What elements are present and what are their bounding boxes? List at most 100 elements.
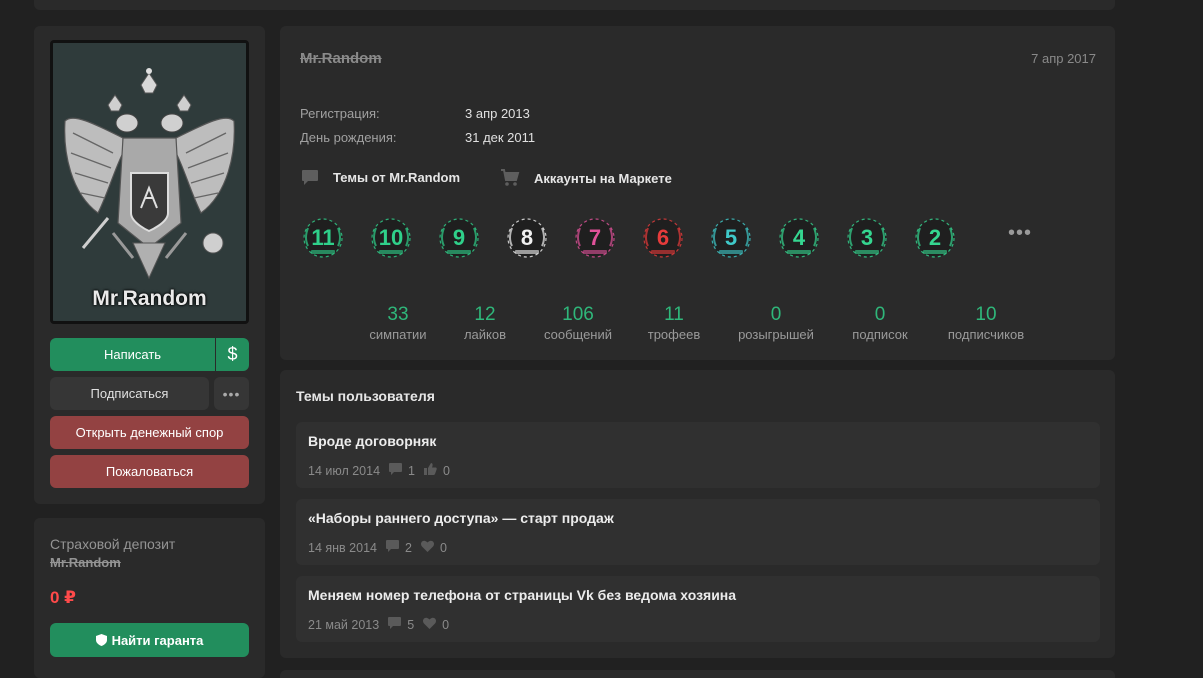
stat-value: 10	[975, 304, 997, 325]
find-guarant-label: Найти гаранта	[111, 632, 204, 648]
trophy-6-icon[interactable]: 6	[640, 212, 686, 264]
trophy-5-icon[interactable]: 5	[708, 212, 754, 264]
replies-icon	[388, 617, 402, 632]
svg-text:5: 5	[725, 225, 737, 250]
heart-icon	[423, 617, 437, 632]
topic-item[interactable]: Меняем номер телефона от страницы Vk без…	[296, 576, 1100, 642]
topic-title[interactable]: Меняем номер телефона от страницы Vk без…	[308, 587, 736, 603]
stat-label: сообщений	[543, 327, 613, 342]
trophy-9-icon[interactable]: 9	[436, 212, 482, 264]
stats-row: 33 симпатии 12 лайков 106 сообщений 11 трофеев 0…	[360, 304, 1040, 348]
trophy-2-icon[interactable]: 2	[912, 212, 958, 264]
trophies-row: 11 10 9 8 7 6 5 4 3 2 •••	[300, 212, 1040, 264]
topic-date: 14 янв 2014	[308, 540, 377, 555]
topics-heading: Темы пользователя	[296, 388, 435, 404]
svg-text:8: 8	[521, 225, 533, 250]
replies-icon	[389, 463, 403, 478]
topic-likes-count: 0	[442, 617, 450, 632]
avatar[interactable]: Mr.Random	[50, 40, 249, 324]
stat-трофеев[interactable]: 11 трофеев	[624, 304, 724, 342]
registration-value: 3 апр 2013	[465, 106, 530, 121]
deposit-title: Страховой депозит	[50, 536, 176, 552]
deposit-username[interactable]: Mr.Random	[50, 555, 121, 570]
open-dispute-button[interactable]: Открыть денежный спор	[50, 416, 249, 449]
shopping-cart-icon	[501, 169, 520, 186]
stat-label: лайков	[463, 327, 507, 342]
svg-text:9: 9	[453, 225, 465, 250]
svg-text:4: 4	[793, 225, 806, 250]
user-topics-label: Темы от Mr.Random	[333, 170, 461, 185]
bottom-panel-edge	[280, 670, 1115, 678]
user-topics-link[interactable]: Темы от Mr.Random	[301, 169, 460, 186]
topic-meta: 14 июл 2014 1 0	[308, 463, 450, 478]
stat-value: 0	[874, 304, 886, 325]
stat-value: 11	[664, 304, 684, 325]
market-accounts-link[interactable]: Аккаунты на Маркете	[500, 169, 672, 187]
stat-value: 106	[562, 304, 594, 325]
stat-label: розыгрышей	[738, 327, 814, 342]
market-accounts-label: Аккаунты на Маркете	[534, 170, 672, 186]
trophy-4-icon[interactable]: 4	[776, 212, 822, 264]
subscribe-button[interactable]: Подписаться	[50, 377, 209, 410]
trophy-7-icon[interactable]: 7	[572, 212, 618, 264]
svg-text:3: 3	[861, 225, 873, 250]
transfer-money-button[interactable]: $	[216, 338, 249, 371]
avatar-caption: Mr.Random	[92, 287, 207, 310]
topic-item[interactable]: Вроде договорняк 14 июл 2014 1 0	[296, 422, 1100, 488]
stat-сообщений[interactable]: 106 сообщений	[528, 304, 628, 342]
report-button[interactable]: Пожаловаться	[50, 455, 249, 488]
stat-label: симпатии	[369, 327, 427, 342]
heart-icon	[420, 540, 434, 555]
coat-of-arms-icon	[53, 43, 246, 321]
stat-лайков[interactable]: 12 лайков	[435, 304, 535, 342]
stat-симпатии[interactable]: 33 симпатии	[348, 304, 448, 342]
stat-label: трофеев	[647, 327, 701, 342]
stat-label: подписчиков	[947, 327, 1025, 342]
topic-likes-count: 0	[443, 463, 450, 478]
birthday-value: 31 дек 2011	[465, 130, 536, 145]
topic-likes-count: 0	[439, 540, 447, 555]
topic-meta: 14 янв 2014 2 0	[308, 540, 447, 555]
user-topics-card: Темы пользователя Вроде договорняк 14 июл…	[280, 370, 1115, 658]
topic-replies-count: 1	[408, 463, 415, 478]
trophy-10-icon[interactable]: 10	[368, 212, 414, 264]
stat-value: 33	[387, 304, 409, 325]
stat-подписок[interactable]: 0 подписок	[830, 304, 930, 342]
shield-icon	[95, 634, 107, 646]
top-panel-edge	[34, 0, 1115, 10]
trophy-11-icon[interactable]: 11	[300, 212, 346, 264]
topic-date: 21 май 2013	[308, 617, 380, 632]
write-button[interactable]: Написать	[50, 338, 215, 371]
svg-text:11: 11	[311, 225, 334, 250]
stat-розыгрышей[interactable]: 0 розыгрышей	[726, 304, 826, 342]
profile-username[interactable]: Mr.Random	[300, 50, 382, 67]
svg-text:2: 2	[929, 225, 941, 250]
topic-title[interactable]: Вроде договорняк	[308, 433, 436, 449]
svg-text:7: 7	[589, 225, 601, 250]
speech-bubble-icon	[302, 170, 318, 185]
stat-value: 0	[770, 304, 782, 325]
topic-meta: 21 май 2013 5 0	[308, 617, 449, 632]
profile-card: Mr.Random 7 апр 2017 Регистрация: 3 апр …	[280, 26, 1115, 360]
svg-text:6: 6	[657, 225, 669, 250]
topic-item[interactable]: «Наборы раннего доступа» — старт продаж 1…	[296, 499, 1100, 565]
topic-title[interactable]: «Наборы раннего доступа» — старт продаж	[308, 510, 614, 526]
birthday-label: День рождения:	[300, 130, 397, 145]
profile-date: 7 апр 2017	[1031, 51, 1096, 66]
registration-label: Регистрация:	[300, 106, 380, 121]
svg-text:10: 10	[379, 225, 403, 250]
topic-date: 14 июл 2014	[308, 463, 381, 478]
trophy-8-icon[interactable]: 8	[504, 212, 550, 264]
insurance-deposit-card: Страховой депозит Mr.Random 0 ₽ Найти га…	[34, 518, 265, 678]
stat-value: 12	[474, 304, 496, 325]
trophy-3-icon[interactable]: 3	[844, 212, 890, 264]
thumbs-up-icon	[424, 463, 437, 478]
topic-replies-count: 5	[407, 617, 415, 632]
deposit-amount: 0 ₽	[50, 588, 77, 607]
stat-подписчиков[interactable]: 10 подписчиков	[936, 304, 1036, 342]
replies-icon	[385, 540, 399, 555]
find-guarant-button[interactable]: Найти гаранта	[50, 623, 249, 657]
more-trophies-button[interactable]: •••	[1008, 222, 1032, 245]
topic-replies-count: 2	[404, 540, 412, 555]
more-actions-button[interactable]: •••	[214, 377, 249, 410]
